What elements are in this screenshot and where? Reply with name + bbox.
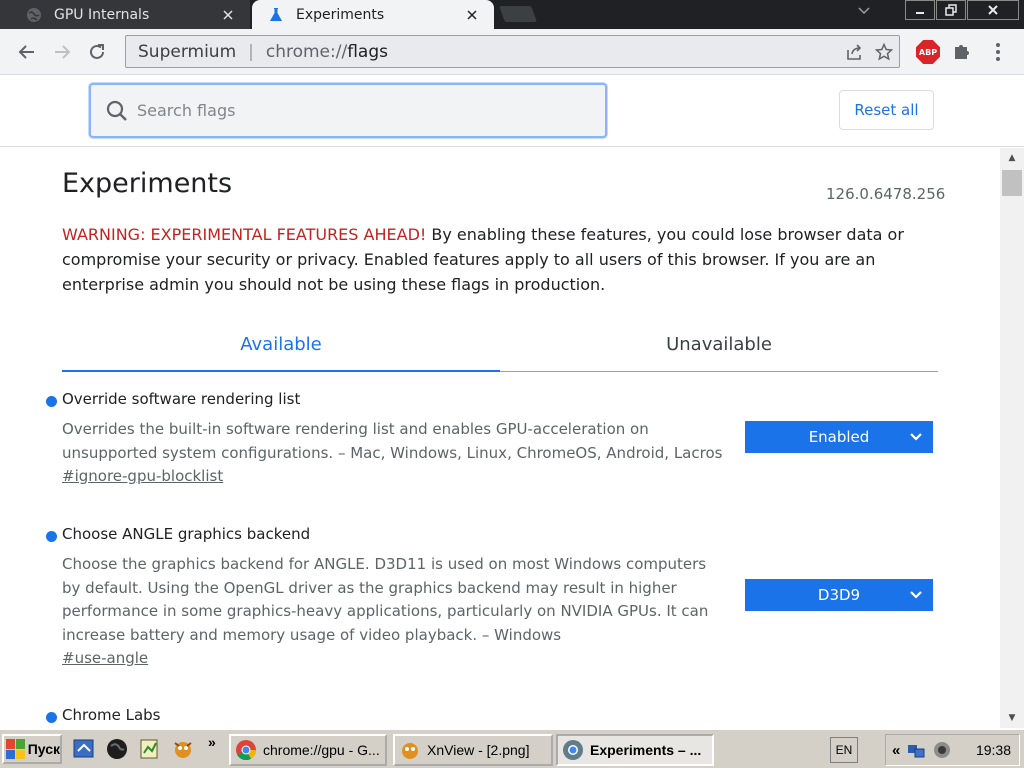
close-tab-icon[interactable] <box>462 5 482 25</box>
back-button[interactable] <box>13 38 41 66</box>
flag-description: Choose the graphics backend for ANGLE. D… <box>62 555 709 644</box>
flag-item: Override software rendering list Overrid… <box>0 390 1000 500</box>
browser-toolbar: Supermium | chrome://flags ABP <box>0 29 1024 75</box>
share-icon[interactable] <box>844 42 864 62</box>
chrome-icon <box>235 739 257 761</box>
flag-permalink[interactable]: #use-angle <box>62 649 148 667</box>
version-label: 126.0.6478.256 <box>826 185 946 203</box>
chrome-icon <box>562 739 584 761</box>
modified-indicator <box>46 712 57 723</box>
taskbar-item-chrome-gpu[interactable]: chrome://gpu - G... <box>229 734 387 766</box>
tab-unavailable[interactable]: Unavailable <box>500 326 938 371</box>
task-label: XnView - [2.png] <box>427 742 530 758</box>
address-bar[interactable]: Supermium | chrome://flags <box>125 35 900 68</box>
chevron-down-icon <box>909 588 923 602</box>
selected-option: Enabled <box>808 428 870 446</box>
network-icon[interactable] <box>906 740 926 760</box>
tab-title: Experiments <box>296 6 385 23</box>
globe-icon <box>26 7 42 23</box>
flag-title: Chrome Labs <box>62 706 161 724</box>
flag-description: Overrides the built-in software renderin… <box>62 420 723 462</box>
flag-permalink[interactable]: #ignore-gpu-blocklist <box>62 467 223 485</box>
warning-message: WARNING: EXPERIMENTAL FEATURES AHEAD! By… <box>62 222 942 297</box>
menu-kebab-icon[interactable] <box>990 41 1006 63</box>
origin-separator: | <box>248 41 254 62</box>
notepad-icon[interactable] <box>138 737 162 761</box>
close-tab-icon[interactable] <box>218 5 238 25</box>
flags-search-header: Reset all <box>0 75 1024 147</box>
volume-icon[interactable] <box>932 740 952 760</box>
tab-available[interactable]: Available <box>62 326 500 372</box>
reset-all-button[interactable]: Reset all <box>839 90 934 130</box>
search-input[interactable] <box>137 101 557 120</box>
warning-heading: WARNING: EXPERIMENTAL FEATURES AHEAD! <box>62 225 427 244</box>
quicklaunch-more-icon[interactable]: » <box>208 734 216 750</box>
scroll-down-arrow-icon[interactable]: ▼ <box>1000 708 1024 728</box>
search-icon <box>105 99 129 123</box>
minimize-button[interactable] <box>905 0 935 20</box>
modified-indicator <box>46 531 57 542</box>
url-path: flags <box>347 41 388 62</box>
tab-search-icon[interactable] <box>858 4 870 18</box>
taskbar-item-experiments[interactable]: Experiments – ... <box>556 734 714 766</box>
show-desktop-icon[interactable] <box>72 737 96 761</box>
page-title: Experiments <box>62 168 233 199</box>
start-label: Пуск <box>27 741 60 757</box>
tab-gpu-internals[interactable]: GPU Internals <box>0 0 250 29</box>
flask-icon <box>268 7 284 23</box>
xnview-icon[interactable] <box>171 737 195 761</box>
close-window-button[interactable] <box>967 0 1019 20</box>
flag-item: Choose ANGLE graphics backend Choose the… <box>0 525 1000 675</box>
globe-icon[interactable] <box>105 737 129 761</box>
flags-tab-bar: Available Unavailable <box>62 326 938 372</box>
windows-logo-icon <box>6 739 25 759</box>
chevron-down-icon <box>909 430 923 444</box>
scroll-up-arrow-icon[interactable]: ▲ <box>1000 148 1024 168</box>
restore-button[interactable] <box>936 0 966 20</box>
page-scrollbar[interactable]: ▲ ▼ <box>1000 148 1024 728</box>
windows-taskbar: Пуск » chrome://gpu - G... XnView - [2.p… <box>0 728 1024 768</box>
flag-title: Choose ANGLE graphics backend <box>62 525 311 543</box>
task-label: Experiments – ... <box>590 742 702 758</box>
taskbar-item-xnview[interactable]: XnView - [2.png] <box>393 734 553 766</box>
search-box[interactable] <box>89 83 607 138</box>
tray-expand-icon[interactable]: « <box>892 742 900 759</box>
flag-title: Override software rendering list <box>62 390 301 408</box>
xnview-icon <box>399 739 421 761</box>
system-tray: « 19:38 <box>885 734 1020 766</box>
tab-title: GPU Internals <box>54 6 150 23</box>
reload-button[interactable] <box>83 38 111 66</box>
new-tab-button[interactable] <box>499 6 537 22</box>
site-origin: Supermium <box>138 41 237 62</box>
task-label: chrome://gpu - G... <box>263 742 380 758</box>
flag-state-select[interactable]: D3D9 <box>745 579 933 611</box>
clock[interactable]: 19:38 <box>976 742 1011 758</box>
selected-option: D3D9 <box>817 586 861 604</box>
flags-content: Experiments 126.0.6478.256 WARNING: EXPE… <box>0 148 1000 728</box>
bookmark-star-icon[interactable] <box>874 42 894 62</box>
adblock-plus-icon[interactable]: ABP <box>916 40 940 64</box>
tab-strip: GPU Internals Experiments <box>0 0 1024 29</box>
url-scheme: chrome:// <box>265 41 348 62</box>
flag-state-select[interactable]: Enabled <box>745 421 933 453</box>
tab-experiments[interactable]: Experiments <box>252 0 494 29</box>
start-button[interactable]: Пуск <box>2 734 62 764</box>
forward-button[interactable] <box>48 38 76 66</box>
extensions-puzzle-icon[interactable] <box>952 41 974 63</box>
language-indicator[interactable]: EN <box>830 737 858 763</box>
modified-indicator <box>46 396 57 407</box>
flag-item: Chrome Labs <box>0 706 1000 728</box>
scrollbar-thumb[interactable] <box>1002 170 1022 196</box>
